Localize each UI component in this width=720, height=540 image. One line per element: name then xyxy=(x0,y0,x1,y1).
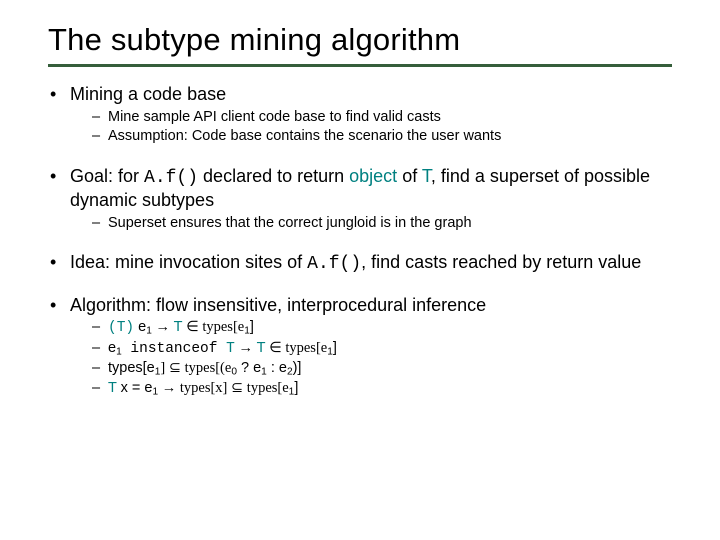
bullet-2-p1: Goal: for xyxy=(70,166,144,186)
r3-d: : e xyxy=(267,360,287,376)
r2-d: → xyxy=(235,340,257,356)
bullet-1-sub-2: Assumption: Code base contains the scena… xyxy=(92,127,672,147)
slide-title: The subtype mining algorithm xyxy=(48,22,672,58)
bullet-3: Idea: mine invocation sites of A.f(), fi… xyxy=(48,251,672,276)
bullet-1-sub-1: Mine sample API client code base to find… xyxy=(92,108,672,128)
bullet-list: Mining a code base Mine sample API clien… xyxy=(48,83,672,398)
r3-c: ? e xyxy=(237,360,261,376)
bullet-1: Mining a code base Mine sample API clien… xyxy=(48,83,672,147)
bullet-1-text: Mining a code base xyxy=(70,84,226,104)
bullet-4: Algorithm: flow insensitive, interproced… xyxy=(48,294,672,399)
rule-1: (T) e1 → T ∈ types[e1] xyxy=(92,318,672,339)
bullet-2-p3: of xyxy=(397,166,422,186)
bullet-2-sub-1: Superset ensures that the correct junglo… xyxy=(92,214,672,234)
r1-f: ] xyxy=(250,319,254,335)
r4-c: → types[x] ⊆ types[e xyxy=(158,380,289,396)
r2-f: ∈ types[e xyxy=(265,340,327,356)
bullet-1-sublist: Mine sample API client code base to find… xyxy=(70,108,672,147)
r2-a: e xyxy=(108,340,116,356)
slide: The subtype mining algorithm Mining a co… xyxy=(0,0,720,540)
rule-4: T x = e1 → types[x] ⊆ types[e1] xyxy=(92,379,672,399)
rule-2: e1 instanceof T → T ∈ types[e1] xyxy=(92,339,672,360)
r1-b: e xyxy=(134,319,146,335)
bullet-2-sublist: Superset ensures that the correct junglo… xyxy=(70,214,672,234)
title-underline xyxy=(48,64,672,67)
r4-b: x = e xyxy=(117,380,153,396)
r1-a: (T) xyxy=(108,320,134,336)
r1-c: → xyxy=(152,319,174,335)
rule-3: types[e1] ⊆ types[(e0 ? e1 : e2)] xyxy=(92,359,672,379)
bullet-4-sublist: (T) e1 → T ∈ types[e1] e1 instanceof T →… xyxy=(70,318,672,398)
bullet-2: Goal: for A.f() declared to return objec… xyxy=(48,165,672,234)
r3-a: types[e xyxy=(108,360,155,376)
bullet-4-text: Algorithm: flow insensitive, interproced… xyxy=(70,295,486,315)
bullet-3-code1: A.f() xyxy=(307,254,361,274)
bullet-3-p1: Idea: mine invocation sites of xyxy=(70,252,307,272)
r2-g: ] xyxy=(333,340,337,356)
r2-b: instanceof xyxy=(122,341,226,357)
r4-d: ] xyxy=(294,380,298,396)
bullet-2-code1: A.f() xyxy=(144,168,198,188)
bullet-2-p2: declared to return xyxy=(198,166,349,186)
r3-e: )] xyxy=(293,360,302,376)
r1-e: ∈ types[e xyxy=(182,319,244,335)
bullet-3-p2: , find casts reached by return value xyxy=(361,252,641,272)
r2-c: T xyxy=(226,341,235,357)
r3-b: ] ⊆ types[(e xyxy=(160,360,231,376)
r4-a: T xyxy=(108,380,117,396)
bullet-2-obj: object xyxy=(349,166,397,186)
bullet-2-t: T xyxy=(422,166,431,186)
